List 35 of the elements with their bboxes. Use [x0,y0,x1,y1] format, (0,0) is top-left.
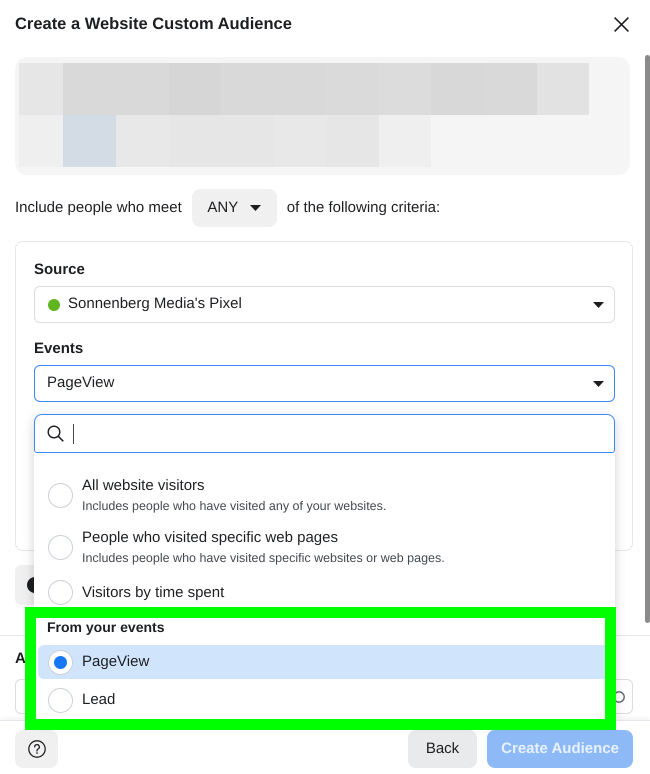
events-dropdown[interactable]: PageView [34,365,615,402]
source-dropdown[interactable]: Sonnenberg Media's Pixel [34,286,615,323]
search-field[interactable] [34,414,615,453]
field-label: Events [34,340,84,358]
option-label: People who visited specific web pages [82,528,339,548]
help-icon [28,740,46,758]
close-icon [614,16,629,32]
option-label: Visitors by time spent [82,582,224,602]
field-label: A [15,650,26,668]
caret-icon [593,380,604,386]
radio-button[interactable] [48,535,73,560]
criteria-text: Include people who meet [15,198,182,218]
dialog-title: Create a Website Custom Audience [15,14,292,34]
circle-icon [613,690,625,702]
option-label: All website visitors [82,476,206,496]
option-label: PageView [82,652,150,672]
close-button[interactable] [614,16,629,32]
option-description: Includes people who have visited specific websites or web pages. [82,550,445,567]
radio-button[interactable] [48,580,73,605]
help-button[interactable] [15,730,58,768]
group-heading: From your events [47,618,164,636]
match-dropdown[interactable]: ANY [192,189,277,227]
scrollbar-thumb[interactable] [645,55,650,623]
caret-icon [593,302,604,308]
option-label: Lead [82,690,116,710]
radio-button[interactable] [48,650,73,674]
caret-icon [250,205,262,211]
radio-button[interactable] [48,483,73,508]
text-cursor-icon [73,424,74,444]
back-button[interactable]: Back [408,730,478,768]
radio-button[interactable] [48,688,73,712]
field-label: Source [34,261,85,279]
option-description: Includes people who have visited any of your websites. [82,498,386,515]
criteria-text: of the following criteria: [286,198,440,218]
search-icon [47,425,64,442]
